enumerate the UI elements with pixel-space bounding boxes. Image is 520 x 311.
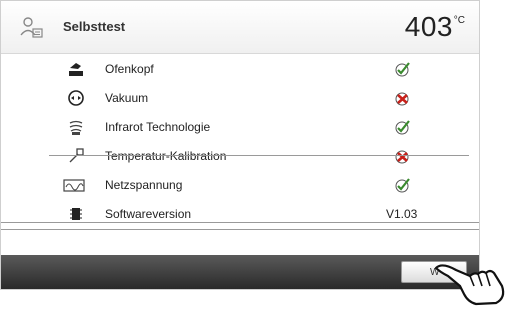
- header-bar: Selbsttest 403 °C: [1, 1, 479, 54]
- check-label: Temperatur-Kalibration: [105, 149, 227, 163]
- temperature-readout: 403: [404, 11, 453, 42]
- checkmark-ok-icon: [395, 178, 410, 193]
- divider: [1, 222, 479, 223]
- selftest-list: Ofenkopf Vakuum Infrarot Technologie Tem…: [1, 54, 479, 230]
- infrared-icon: [69, 120, 83, 135]
- error-cross-icon: [395, 92, 409, 106]
- bottom-toolbar: W: [1, 255, 479, 289]
- divider: [1, 229, 479, 230]
- mains-voltage-icon: [63, 179, 85, 192]
- check-label: Infrarot Technologie: [105, 120, 211, 134]
- temperature-unit: °C: [453, 15, 465, 26]
- check-label: Ofenkopf: [105, 62, 154, 76]
- user-icon[interactable]: [19, 15, 43, 39]
- check-label: Vakuum: [105, 91, 149, 105]
- check-row-ofenkopf[interactable]: Ofenkopf: [1, 54, 479, 83]
- error-cross-icon: [395, 150, 409, 164]
- page-title: Selbsttest: [63, 19, 126, 34]
- divider: [49, 155, 469, 156]
- furnace-head-icon: [69, 63, 83, 76]
- checkmark-ok-icon: [395, 62, 410, 77]
- software-version-row: Softwareversion V1.03: [1, 199, 479, 228]
- check-row-vakuum[interactable]: Vakuum: [1, 83, 479, 112]
- check-row-netzspannung[interactable]: Netzspannung: [1, 170, 479, 199]
- selftest-screen: Selbsttest 403 °C Ofenkopf Vakuum Infrar…: [0, 0, 480, 290]
- checkmark-ok-icon: [395, 120, 410, 135]
- software-version-value: V1.03: [386, 207, 418, 221]
- pointing-hand-icon: [434, 264, 505, 306]
- check-row-infrarot[interactable]: Infrarot Technologie: [1, 112, 479, 141]
- calibration-probe-icon: [69, 148, 84, 163]
- software-label: Softwareversion: [105, 207, 192, 221]
- check-label: Netzspannung: [105, 178, 183, 192]
- chip-icon: [70, 208, 82, 220]
- vacuum-pump-icon: [68, 90, 84, 106]
